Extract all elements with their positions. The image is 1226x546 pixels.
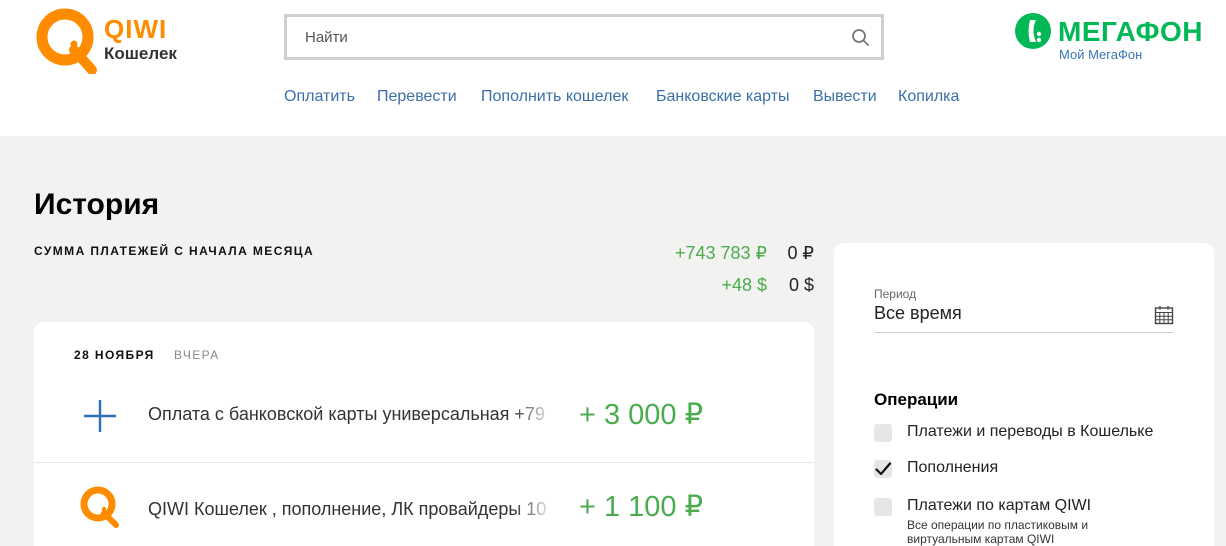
logo-subtitle: Кошелек <box>104 44 177 63</box>
period-select[interactable]: Все время <box>874 303 962 324</box>
search-icon[interactable] <box>851 28 871 48</box>
transaction-row[interactable]: Оплата с банковской карты универсальная … <box>34 374 814 462</box>
transaction-amount: + 3 000 ₽ <box>579 399 704 431</box>
history-card: 28 НОЯБРЯ ВЧЕРА Оплата с банковской карт… <box>34 322 814 546</box>
nav-piggy-bank[interactable]: Копилка <box>898 88 959 106</box>
page-title: История <box>34 188 160 221</box>
checkbox[interactable] <box>874 424 892 442</box>
operations-title: Операции <box>874 390 959 409</box>
filter-panel: Период Все время Операции Платежи и пере… <box>834 243 1214 546</box>
logo-title: QIWI <box>104 14 168 44</box>
summary-usd-expense: 0 $ <box>788 275 814 295</box>
history-relative-date: ВЧЕРА <box>174 348 220 362</box>
plus-icon <box>84 400 116 432</box>
transaction-description: QIWI Кошелек , пополнение, ЛК провайдеры… <box>148 499 554 520</box>
summary-rub-expense: 0 ₽ <box>787 243 814 263</box>
check-icon <box>875 462 892 476</box>
nav-bank-cards[interactable]: Банковские карты <box>656 88 790 106</box>
period-label: Период <box>874 287 917 301</box>
filter-option-label: Платежи и переводы в Кошельке <box>907 423 1154 440</box>
megafon-icon <box>1015 13 1051 49</box>
history-date: 28 НОЯБРЯ <box>74 348 155 362</box>
transaction-description: Оплата с банковской карты универсальная … <box>148 404 554 425</box>
summary-usd-income: +48 $ <box>721 275 767 295</box>
megafon-subtitle[interactable]: Мой МегаФон <box>1059 47 1142 62</box>
summary-label: СУММА ПЛАТЕЖЕЙ С НАЧАЛА МЕСЯЦА <box>34 244 315 258</box>
transaction-row[interactable]: QIWI Кошелек , пополнение, ЛК провайдеры… <box>34 462 814 546</box>
main-nav: Оплатить Перевести Пополнить кошелек Бан… <box>0 88 1226 110</box>
summary-rub-income: +743 783 ₽ <box>674 243 767 263</box>
filter-option-wallet-payments[interactable]: Платежи и переводы в Кошельке <box>874 422 1194 448</box>
nav-withdraw[interactable]: Вывести <box>813 88 877 106</box>
nav-top-up[interactable]: Пополнить кошелек <box>481 88 628 106</box>
qiwi-logo[interactable]: QIWI Кошелек <box>34 8 194 78</box>
search-input[interactable] <box>305 26 835 48</box>
nav-transfer[interactable]: Перевести <box>377 88 457 106</box>
filter-option-top-ups[interactable]: Пополнения <box>874 458 1194 484</box>
qiwi-cards-note: Все операции по пластиковым и виртуальны… <box>907 518 1089 546</box>
filter-option-label: Платежи по картам QIWI <box>907 497 1092 514</box>
period-underline <box>874 332 1174 333</box>
transaction-amount: + 1 100 ₽ <box>579 491 704 523</box>
megafon-title: МЕГАФОН <box>1058 16 1204 47</box>
nav-pay[interactable]: Оплатить <box>284 88 355 106</box>
checkbox[interactable] <box>874 498 892 516</box>
megafon-logo[interactable]: МЕГАФОН Мой МегаФон <box>1012 10 1222 66</box>
search-box <box>284 14 884 60</box>
header: QIWI Кошелек МЕГАФОН Мой МегаФон Оплатит… <box>0 0 1226 136</box>
qiwi-logo-icon <box>36 8 97 74</box>
calendar-icon[interactable] <box>1154 305 1174 325</box>
checkbox-checked[interactable] <box>874 460 892 478</box>
qiwi-icon <box>80 486 119 528</box>
filter-option-label: Пополнения <box>907 459 999 476</box>
